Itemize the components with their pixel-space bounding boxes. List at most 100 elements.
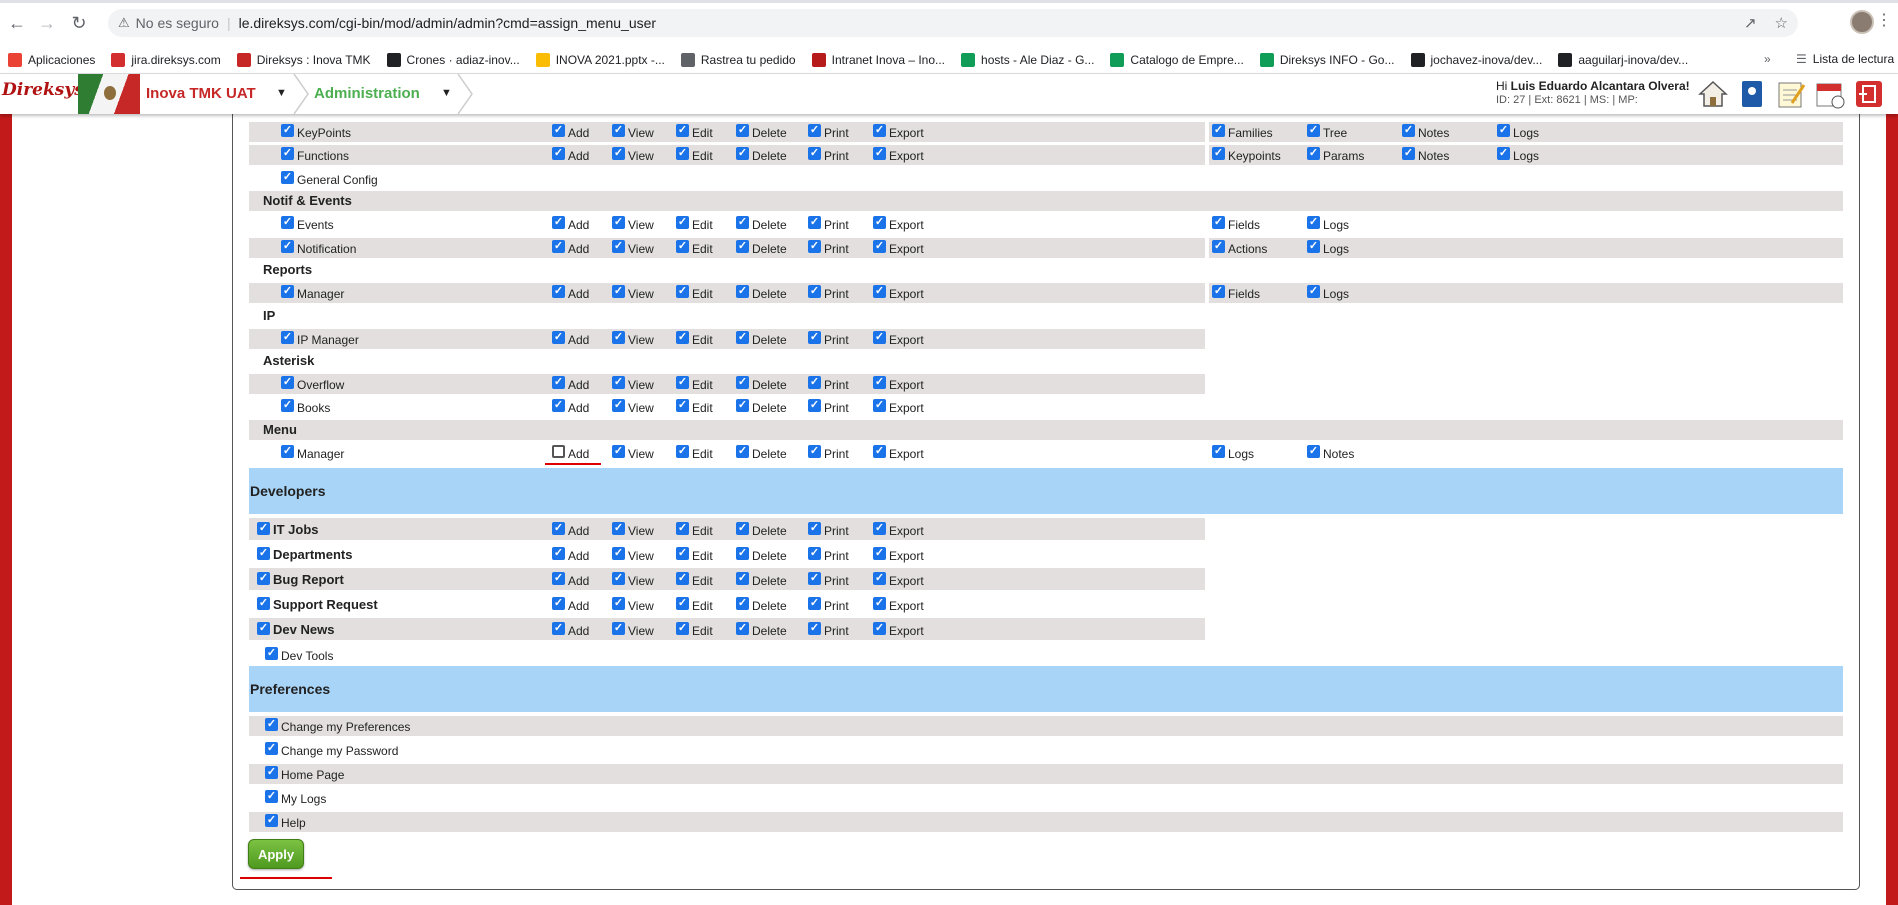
- perm-checkbox-print[interactable]: ✓: [808, 147, 821, 160]
- bookmark-item[interactable]: Aplicaciones: [8, 52, 95, 67]
- menu-checkbox[interactable]: ✓: [281, 285, 294, 298]
- perm-checkbox-delete[interactable]: ✓: [736, 597, 749, 610]
- perm-checkbox-edit[interactable]: ✓: [676, 445, 689, 458]
- profile-avatar[interactable]: [1850, 10, 1874, 34]
- perm-checkbox-print[interactable]: ✓: [808, 547, 821, 560]
- extra-checkbox[interactable]: ✓: [1307, 240, 1320, 253]
- extra-checkbox[interactable]: ✓: [1307, 216, 1320, 229]
- bookmark-item[interactable]: jochavez-inova/dev...: [1410, 52, 1542, 67]
- perm-checkbox-add[interactable]: ✓: [552, 147, 565, 160]
- perm-checkbox-delete[interactable]: ✓: [736, 216, 749, 229]
- perm-checkbox-edit[interactable]: ✓: [676, 240, 689, 253]
- perm-checkbox-add[interactable]: [552, 445, 565, 458]
- perm-checkbox-print[interactable]: ✓: [808, 216, 821, 229]
- perm-checkbox-edit[interactable]: ✓: [676, 572, 689, 585]
- perm-checkbox-add[interactable]: ✓: [552, 572, 565, 585]
- dev-checkbox[interactable]: ✓: [257, 572, 270, 585]
- perm-checkbox-edit[interactable]: ✓: [676, 622, 689, 635]
- back-icon[interactable]: ←: [2, 8, 32, 38]
- menu-checkbox[interactable]: ✓: [281, 331, 294, 344]
- perm-checkbox-add[interactable]: ✓: [552, 240, 565, 253]
- caret-down-icon[interactable]: ▼: [441, 87, 452, 99]
- perm-checkbox-export[interactable]: ✓: [873, 445, 886, 458]
- perm-checkbox-delete[interactable]: ✓: [736, 240, 749, 253]
- preference-checkbox[interactable]: ✓: [265, 814, 278, 827]
- menu-checkbox[interactable]: ✓: [281, 376, 294, 389]
- perm-checkbox-export[interactable]: ✓: [873, 572, 886, 585]
- notepad-icon[interactable]: [1776, 77, 1806, 111]
- module-selector[interactable]: Administration: [314, 85, 420, 102]
- bookmark-item[interactable]: Direksys : Inova TMK: [236, 52, 371, 67]
- menu-checkbox[interactable]: ✓: [281, 240, 294, 253]
- perm-checkbox-delete[interactable]: ✓: [736, 376, 749, 389]
- perm-checkbox-export[interactable]: ✓: [873, 147, 886, 160]
- star-icon[interactable]: ☆: [1775, 14, 1788, 32]
- reading-list[interactable]: ☰ Lista de lectura: [1796, 52, 1894, 66]
- apply-button[interactable]: Apply: [248, 839, 304, 869]
- perm-checkbox-add[interactable]: ✓: [552, 285, 565, 298]
- perm-checkbox-print[interactable]: ✓: [808, 597, 821, 610]
- menu-checkbox[interactable]: ✓: [281, 124, 294, 137]
- perm-checkbox-delete[interactable]: ✓: [736, 622, 749, 635]
- menu-checkbox[interactable]: ✓: [281, 147, 294, 160]
- perm-checkbox-delete[interactable]: ✓: [736, 445, 749, 458]
- perm-checkbox-print[interactable]: ✓: [808, 285, 821, 298]
- preference-checkbox[interactable]: ✓: [265, 766, 278, 779]
- perm-checkbox-edit[interactable]: ✓: [676, 216, 689, 229]
- perm-checkbox-add[interactable]: ✓: [552, 216, 565, 229]
- home-icon[interactable]: [1698, 77, 1728, 111]
- perm-checkbox-delete[interactable]: ✓: [736, 331, 749, 344]
- perm-checkbox-export[interactable]: ✓: [873, 597, 886, 610]
- perm-checkbox-view[interactable]: ✓: [612, 522, 625, 535]
- menu-checkbox[interactable]: ✓: [281, 445, 294, 458]
- bookmarks-more-icon[interactable]: »: [1764, 52, 1771, 66]
- dev-checkbox[interactable]: ✓: [257, 547, 270, 560]
- preference-checkbox[interactable]: ✓: [265, 790, 278, 803]
- direksys-logo[interactable]: Direksys: [2, 80, 84, 100]
- perm-checkbox-print[interactable]: ✓: [808, 445, 821, 458]
- company-selector[interactable]: Inova TMK UAT: [146, 85, 256, 102]
- perm-checkbox-export[interactable]: ✓: [873, 124, 886, 137]
- perm-checkbox-view[interactable]: ✓: [612, 124, 625, 137]
- perm-checkbox-print[interactable]: ✓: [808, 399, 821, 412]
- extra-checkbox[interactable]: ✓: [1212, 216, 1225, 229]
- perm-checkbox-delete[interactable]: ✓: [736, 147, 749, 160]
- perm-checkbox-print[interactable]: ✓: [808, 240, 821, 253]
- bookmark-item[interactable]: hosts - Ale Diaz - G...: [961, 52, 1094, 67]
- extra-checkbox[interactable]: ✓: [1307, 124, 1320, 137]
- perm-checkbox-export[interactable]: ✓: [873, 522, 886, 535]
- preference-checkbox[interactable]: ✓: [265, 742, 278, 755]
- perm-checkbox-view[interactable]: ✓: [612, 597, 625, 610]
- info-book-icon[interactable]: [1737, 77, 1767, 111]
- perm-checkbox-view[interactable]: ✓: [612, 147, 625, 160]
- perm-checkbox-print[interactable]: ✓: [808, 622, 821, 635]
- dev-checkbox[interactable]: ✓: [257, 597, 270, 610]
- bookmark-item[interactable]: aaguilarj-inova/dev...: [1558, 52, 1688, 67]
- bookmark-item[interactable]: INOVA 2021.pptx -...: [535, 52, 665, 67]
- perm-checkbox-view[interactable]: ✓: [612, 285, 625, 298]
- perm-checkbox-view[interactable]: ✓: [612, 399, 625, 412]
- perm-checkbox-view[interactable]: ✓: [612, 572, 625, 585]
- url-text[interactable]: le.direksys.com/cgi-bin/mod/admin/admin?…: [239, 15, 656, 31]
- perm-checkbox-view[interactable]: ✓: [612, 622, 625, 635]
- perm-checkbox-print[interactable]: ✓: [808, 572, 821, 585]
- extra-checkbox[interactable]: ✓: [1212, 285, 1225, 298]
- dev-checkbox[interactable]: ✓: [257, 622, 270, 635]
- extra-checkbox[interactable]: ✓: [1212, 240, 1225, 253]
- dev-checkbox[interactable]: ✓: [257, 522, 270, 535]
- perm-checkbox-delete[interactable]: ✓: [736, 124, 749, 137]
- perm-checkbox-print[interactable]: ✓: [808, 522, 821, 535]
- preference-checkbox[interactable]: ✓: [265, 718, 278, 731]
- caret-down-icon[interactable]: ▼: [276, 87, 287, 99]
- perm-checkbox-edit[interactable]: ✓: [676, 399, 689, 412]
- perm-checkbox-export[interactable]: ✓: [873, 622, 886, 635]
- perm-checkbox-view[interactable]: ✓: [612, 547, 625, 560]
- perm-checkbox-delete[interactable]: ✓: [736, 285, 749, 298]
- extra-checkbox[interactable]: ✓: [1212, 124, 1225, 137]
- perm-checkbox-view[interactable]: ✓: [612, 216, 625, 229]
- perm-checkbox-edit[interactable]: ✓: [676, 597, 689, 610]
- perm-checkbox-export[interactable]: ✓: [873, 216, 886, 229]
- bookmark-item[interactable]: Rastrea tu pedido: [680, 52, 796, 67]
- logout-icon[interactable]: [1854, 77, 1884, 111]
- perm-checkbox-add[interactable]: ✓: [552, 376, 565, 389]
